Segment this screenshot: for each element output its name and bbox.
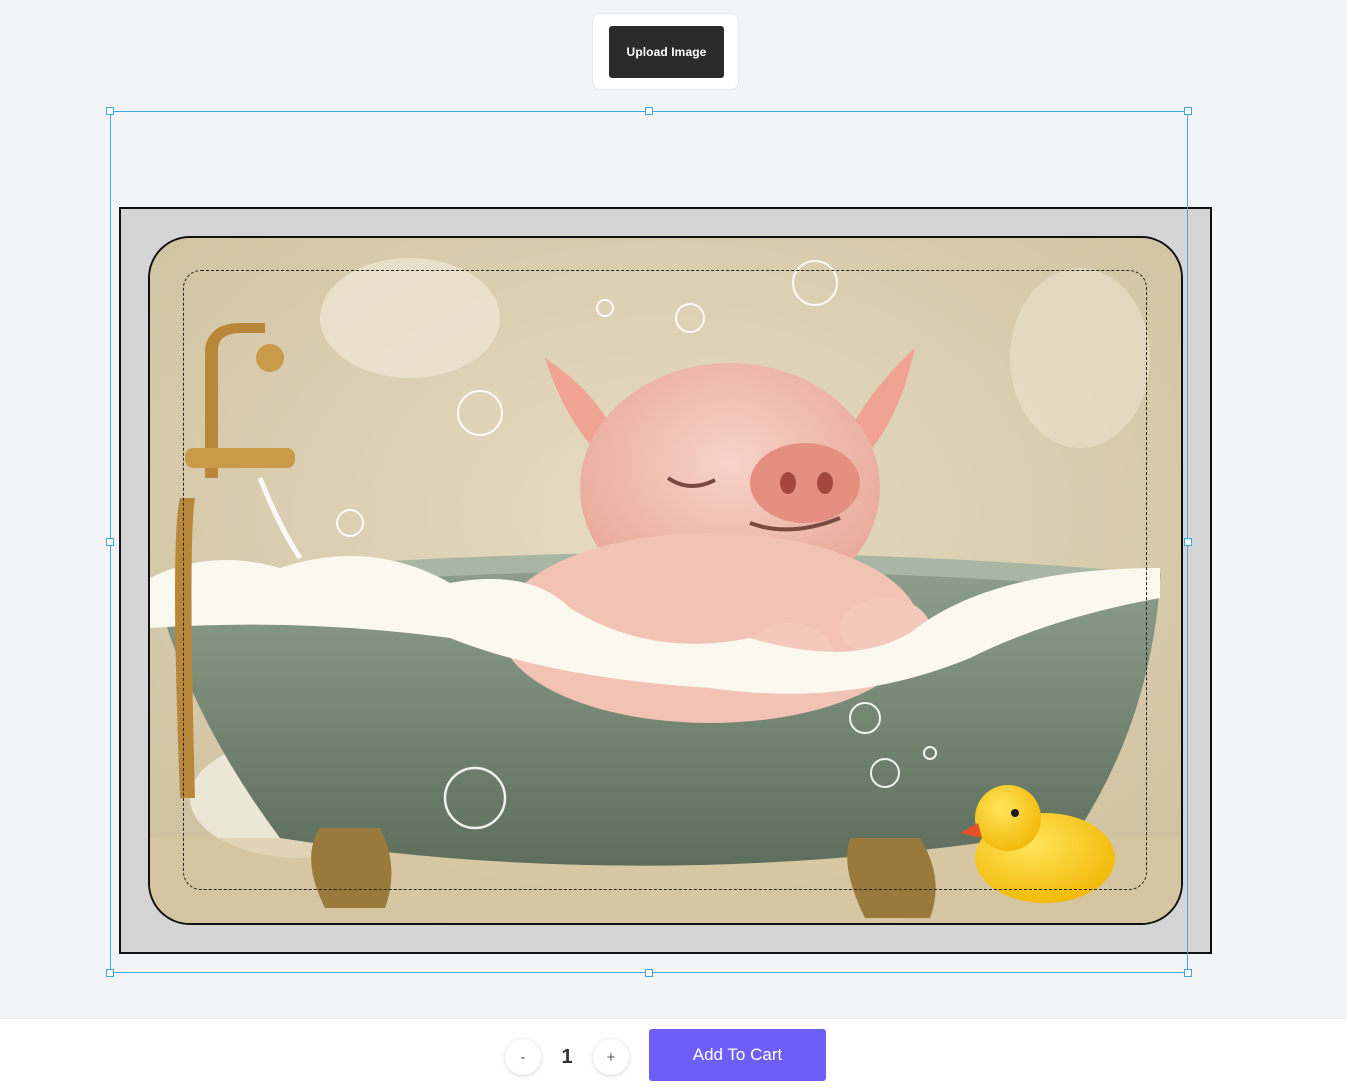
resize-handle-bottom[interactable] [645, 969, 653, 977]
resize-handle-bottom-left[interactable] [106, 969, 114, 977]
upload-panel: Upload Image [592, 13, 739, 90]
selection-box[interactable] [110, 111, 1188, 973]
add-to-cart-button[interactable]: Add To Cart [649, 1029, 826, 1081]
cart-bar: - 1 + Add To Cart [0, 1018, 1347, 1092]
quantity-increase-button[interactable]: + [593, 1039, 629, 1075]
resize-handle-right[interactable] [1184, 538, 1192, 546]
resize-handle-top-right[interactable] [1184, 107, 1192, 115]
upload-image-button[interactable]: Upload Image [609, 26, 724, 78]
quantity-value: 1 [561, 1046, 573, 1068]
resize-handle-left[interactable] [106, 538, 114, 546]
resize-handle-top-left[interactable] [106, 107, 114, 115]
quantity-decrease-button[interactable]: - [505, 1039, 541, 1075]
resize-handle-bottom-right[interactable] [1184, 969, 1192, 977]
resize-handle-top[interactable] [645, 107, 653, 115]
